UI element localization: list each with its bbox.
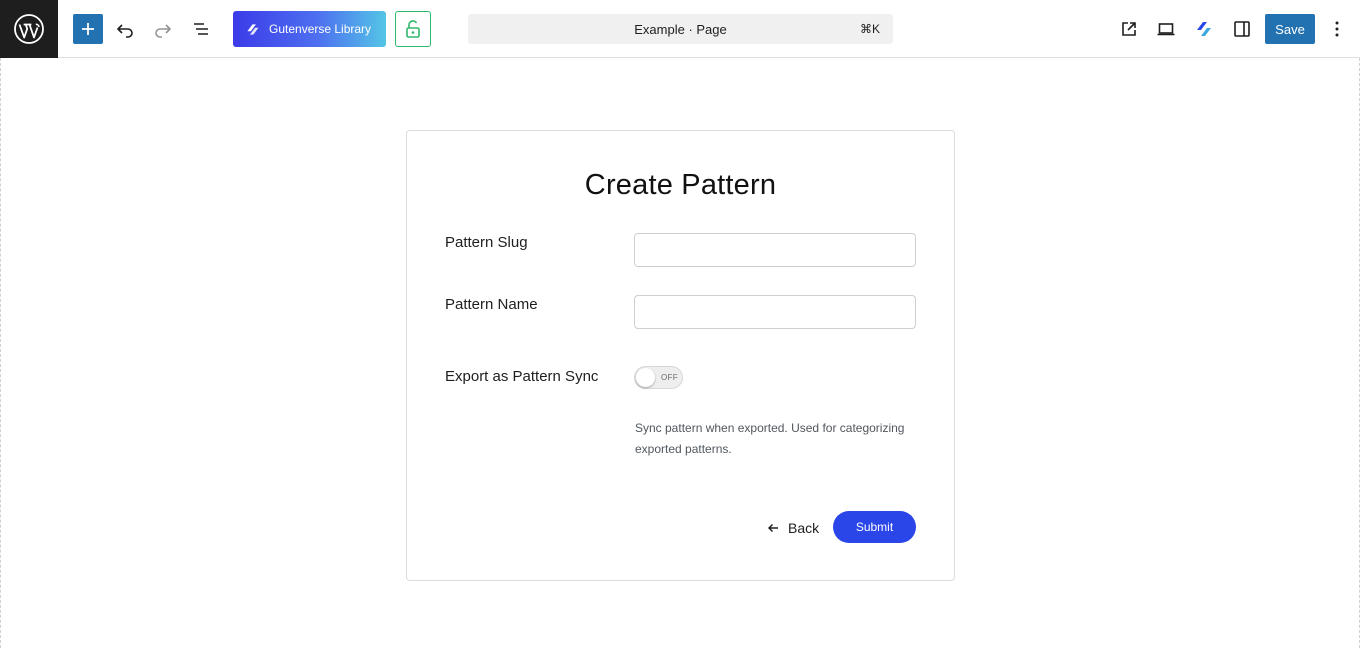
document-title: Example · Page [634,22,727,37]
desktop-icon [1157,23,1175,36]
undo-icon [117,24,133,38]
pattern-name-input[interactable] [634,295,916,329]
pattern-slug-label: Pattern Slug [445,234,528,251]
sidebar-icon [1234,21,1250,37]
view-page-button[interactable] [1117,17,1141,41]
dialog-title: Create Pattern [584,169,777,201]
export-sync-toggle[interactable]: OFF [634,366,683,389]
list-view-icon [194,23,208,35]
back-label: Back [788,520,820,536]
external-link-icon [1122,22,1136,36]
add-block-button[interactable] [73,14,103,44]
options-menu-button[interactable] [1327,17,1347,41]
gutenverse-logo-icon [247,23,259,35]
create-pattern-dialog: Create Pattern Pattern Slug Pattern Name… [406,130,955,581]
pattern-slug-input[interactable] [634,233,916,267]
export-sync-label: Export as Pattern Sync [445,368,599,385]
command-shortcut: ⌘K [859,22,880,36]
back-button[interactable]: Back [767,517,819,539]
editor-toolbar: Gutenverse Library Example · Page ⌘K Sav… [0,0,1360,58]
undo-button[interactable] [110,14,140,44]
gutenverse-icon [1197,22,1211,36]
wordpress-logo-icon[interactable] [0,0,58,58]
gutenverse-settings-button[interactable] [1192,17,1216,41]
toggle-state-text: OFF [661,373,678,382]
redo-icon [155,24,171,38]
redo-button[interactable] [148,14,178,44]
pattern-name-label: Pattern Name [445,296,538,313]
command-palette-bar[interactable]: Example · Page ⌘K [468,14,893,44]
device-preview-button[interactable] [1154,17,1178,41]
save-button[interactable]: Save [1265,14,1315,44]
submit-button[interactable]: Submit [833,511,916,543]
gutenverse-library-button[interactable]: Gutenverse Library [233,11,386,47]
gutenverse-library-label: Gutenverse Library [269,22,372,36]
document-overview-button[interactable] [186,14,216,44]
arrow-left-icon [768,524,778,532]
unlock-button[interactable] [395,11,431,47]
toggle-knob [636,368,655,387]
settings-sidebar-button[interactable] [1230,17,1254,41]
plus-icon [82,23,94,35]
unlock-icon [406,20,420,38]
export-sync-help-text: Sync pattern when exported. Used for cat… [635,421,905,456]
more-vertical-icon [1335,21,1339,37]
